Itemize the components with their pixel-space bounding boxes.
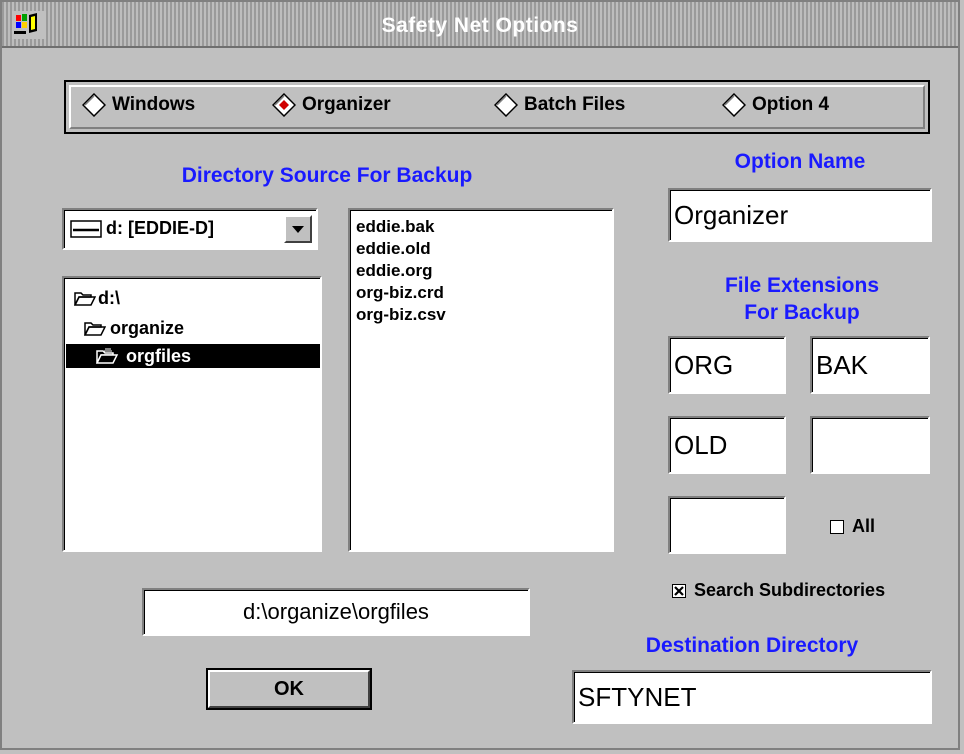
- destination-heading: Destination Directory: [645, 634, 859, 657]
- extension-field-3[interactable]: OLD: [668, 416, 786, 474]
- dialog-window: Safety Net Options Windows Organizer Bat: [0, 0, 960, 750]
- chevron-down-icon: [292, 226, 304, 233]
- tree-node-root[interactable]: d:\: [74, 286, 120, 310]
- title-bar[interactable]: Safety Net Options: [2, 2, 958, 48]
- file-extensions-heading: File Extensions For Backup: [652, 274, 952, 325]
- destination-value: SFTYNET: [578, 682, 697, 712]
- open-folder-icon: [96, 348, 119, 364]
- file-extensions-heading-line2: For Backup: [744, 301, 860, 324]
- extension-field-4[interactable]: [810, 416, 930, 474]
- radio-label: Batch Files: [524, 94, 626, 115]
- option-name-heading: Option Name: [734, 150, 866, 173]
- drive-dropdown[interactable]: d: [EDDIE-D]: [62, 208, 318, 250]
- radio-label: Windows: [112, 94, 196, 115]
- file-extensions-heading-line1: File Extensions: [724, 274, 880, 297]
- extension-value: OLD: [674, 430, 728, 460]
- ok-button[interactable]: OK: [206, 668, 372, 710]
- radio-diamond-icon: [722, 93, 746, 117]
- ok-button-label: OK: [274, 677, 304, 700]
- destination-field[interactable]: SFTYNET: [572, 670, 932, 724]
- all-label: All: [852, 516, 876, 536]
- radio-organizer[interactable]: Organizer: [272, 92, 391, 118]
- tree-node-label: organize: [110, 317, 185, 338]
- radio-batch-files[interactable]: Batch Files: [494, 92, 625, 118]
- radio-label: Organizer: [302, 94, 391, 115]
- tree-node-label: d:\: [98, 287, 120, 308]
- extension-field-5[interactable]: [668, 496, 786, 554]
- tree-node-orgfiles[interactable]: orgfiles: [66, 344, 320, 368]
- file-item[interactable]: org-biz.crd: [350, 282, 612, 304]
- check-x-icon: [674, 585, 684, 596]
- drive-icon: [70, 219, 102, 238]
- open-folder-icon: [74, 292, 96, 306]
- tree-node-organize[interactable]: organize: [84, 316, 184, 340]
- checkbox-box: [672, 583, 686, 598]
- open-folder-icon: [84, 322, 106, 336]
- option-name-field[interactable]: Organizer: [668, 188, 932, 242]
- option-name-value: Organizer: [674, 200, 789, 230]
- extension-value: ORG: [674, 350, 734, 380]
- directory-source-heading: Directory Source For Backup: [181, 164, 473, 187]
- radio-diamond-icon: [82, 93, 106, 117]
- dropdown-button[interactable]: [284, 215, 312, 243]
- radio-diamond-selected-icon: [272, 93, 296, 117]
- window-title: Safety Net Options: [381, 14, 579, 37]
- current-path-text: d:\organize\orgfiles: [243, 599, 429, 624]
- search-subdirectories-checkbox[interactable]: Search Subdirectories: [672, 580, 885, 601]
- directory-tree[interactable]: d:\ organize orgfiles: [62, 276, 322, 552]
- option-radio-group: Windows Organizer Batch Files Option 4: [64, 80, 930, 134]
- file-list[interactable]: eddie.bak eddie.old eddie.org org-biz.cr…: [348, 208, 614, 552]
- tree-node-label: orgfiles: [126, 345, 192, 366]
- file-item[interactable]: eddie.old: [350, 238, 612, 260]
- extension-field-2[interactable]: BAK: [810, 336, 930, 394]
- search-subdirectories-label: Search Subdirectories: [694, 580, 886, 600]
- extension-field-1[interactable]: ORG: [668, 336, 786, 394]
- all-checkbox[interactable]: All: [830, 516, 875, 537]
- file-item[interactable]: org-biz.csv: [350, 304, 612, 326]
- current-path-display: d:\organize\orgfiles: [142, 588, 530, 636]
- file-item[interactable]: eddie.bak: [350, 216, 612, 238]
- radio-diamond-icon: [494, 93, 518, 117]
- file-item[interactable]: eddie.org: [350, 260, 612, 282]
- radio-option-4[interactable]: Option 4: [722, 92, 829, 118]
- extension-value: BAK: [816, 350, 869, 380]
- radio-label: Option 4: [752, 94, 830, 115]
- drive-label: d: [EDDIE-D]: [106, 218, 214, 238]
- radio-windows[interactable]: Windows: [82, 92, 195, 118]
- checkbox-box: [830, 519, 844, 534]
